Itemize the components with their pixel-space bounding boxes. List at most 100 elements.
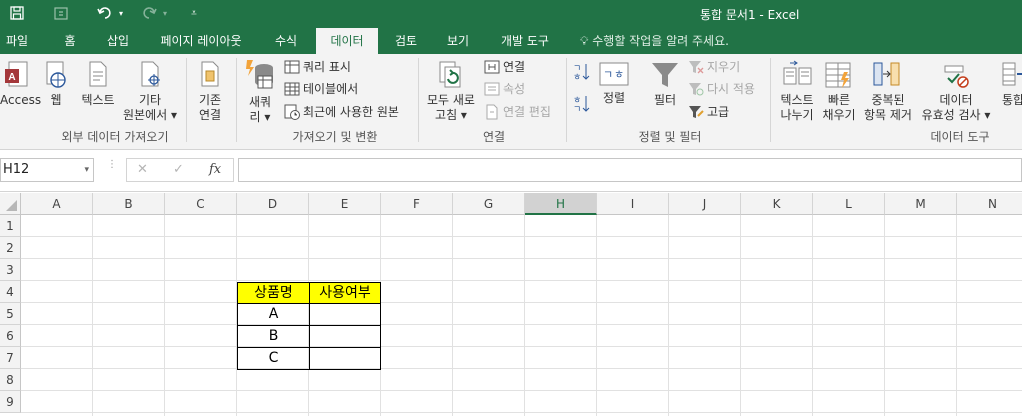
remove-dup-line1: 중복된 — [871, 93, 905, 107]
sort-button[interactable]: ㄱㅎ 정렬 — [596, 60, 632, 106]
text-source-button[interactable]: 텍스트 — [78, 60, 118, 108]
connections-button[interactable]: 연결 — [484, 57, 525, 77]
existing-line1: 기존 — [198, 93, 222, 107]
text-to-columns-button[interactable]: 텍스트 나누기 — [774, 60, 820, 123]
select-all-corner[interactable] — [0, 193, 21, 215]
redo-icon[interactable] — [138, 2, 160, 24]
column-header-f[interactable]: F — [381, 193, 453, 215]
new-query-button[interactable]: 새쿼 리 ▾ — [240, 58, 280, 125]
row-header-9[interactable]: 9 — [0, 391, 21, 413]
tab-page-layout[interactable]: 페이지 레이아웃 — [152, 28, 250, 54]
column-header-i[interactable]: I — [597, 193, 669, 215]
cancel-icon[interactable]: ✕ — [137, 162, 148, 177]
row-header-7[interactable]: 7 — [0, 347, 21, 369]
column-header-m[interactable]: M — [885, 193, 957, 215]
column-header-c[interactable]: C — [165, 193, 237, 215]
title-bar: ▾ ▾ ⩡ 통합 문서1 - Excel — [0, 0, 1022, 28]
enter-icon[interactable]: ✓ — [173, 162, 184, 177]
sort-az-button[interactable]: ㄱㅎ — [572, 62, 590, 82]
row-header-3[interactable]: 3 — [0, 259, 21, 281]
clear-filter-icon — [689, 61, 704, 74]
from-table-button[interactable]: 테이블에서 — [284, 79, 358, 99]
group-label-data-tools: 데이터 도구 — [930, 130, 990, 144]
column-header-a[interactable]: A — [21, 193, 93, 215]
flash-fill-button[interactable]: 빠른 채우기 — [820, 60, 858, 123]
table-cell-a-usage[interactable] — [309, 303, 381, 326]
redo-dropdown-icon[interactable]: ▾ — [160, 2, 170, 24]
edit-links-button[interactable]: 연결 편집 — [484, 102, 551, 122]
show-queries-button[interactable]: 쿼리 표시 — [284, 57, 351, 77]
insert-function-icon[interactable]: fx — [209, 162, 221, 177]
name-box-dropdown-icon[interactable]: ▾ — [84, 159, 89, 181]
formula-input[interactable] — [238, 158, 1022, 182]
column-header-l[interactable]: L — [813, 193, 885, 215]
clear-filter-button[interactable]: 지우기 — [688, 57, 740, 77]
worksheet-grid[interactable]: ABCDEFGHIJKLMN 123456789 상품명 사용여부 A B C — [0, 193, 1022, 416]
new-query-line1: 새쿼 — [248, 95, 272, 109]
tab-view[interactable]: 보기 — [438, 28, 478, 54]
gridline-vertical — [524, 215, 525, 416]
access-label: Access — [0, 93, 42, 107]
name-box[interactable]: H12 ▾ — [0, 158, 94, 182]
tab-formulas[interactable]: 수식 — [268, 28, 304, 54]
table-cell-c[interactable]: C — [237, 347, 309, 370]
column-header-e[interactable]: E — [309, 193, 381, 215]
table-header-product[interactable]: 상품명 — [237, 282, 309, 304]
table-cell-b-usage[interactable] — [309, 325, 381, 348]
other-sources-button[interactable]: 기타 원본에서 ▾ — [120, 60, 180, 123]
column-header-j[interactable]: J — [669, 193, 741, 215]
tab-data[interactable]: 데이터 — [316, 28, 378, 55]
properties-button[interactable]: 속성 — [484, 79, 525, 99]
web-button[interactable]: 웹 — [42, 60, 70, 108]
lightbulb-icon: 💡︎ — [580, 34, 589, 48]
reapply-button[interactable]: 다시 적용 — [688, 79, 755, 99]
tab-home[interactable]: 홈 — [56, 28, 84, 54]
tab-review[interactable]: 검토 — [386, 28, 426, 54]
access-button[interactable]: A Access — [0, 60, 41, 108]
consolidate-button[interactable]: 통합 — [996, 60, 1022, 108]
svg-text:A: A — [8, 72, 15, 83]
table-header-usage[interactable]: 사용여부 — [309, 282, 381, 304]
sort-icon: ㄱㅎ — [599, 62, 629, 86]
tell-me-box[interactable]: 💡︎ 수행할 작업을 알려 주세요. — [580, 28, 729, 54]
sort-label: 정렬 — [602, 91, 626, 105]
row-header-4[interactable]: 4 — [0, 281, 21, 303]
table-cell-a[interactable]: A — [237, 303, 309, 326]
column-header-d[interactable]: D — [237, 193, 309, 215]
row-header-8[interactable]: 8 — [0, 369, 21, 391]
row-header-5[interactable]: 5 — [0, 303, 21, 325]
undo-dropdown-icon[interactable]: ▾ — [116, 2, 126, 24]
row-header-2[interactable]: 2 — [0, 237, 21, 259]
table-cell-c-usage[interactable] — [309, 347, 381, 370]
tab-file[interactable]: 파일 — [0, 28, 34, 54]
column-header-n[interactable]: N — [957, 193, 1022, 215]
gridline-vertical — [596, 215, 597, 416]
column-header-b[interactable]: B — [93, 193, 165, 215]
other-sources-icon — [141, 61, 160, 87]
recent-sources-button[interactable]: 최근에 사용한 원본 — [284, 102, 399, 122]
save-icon[interactable] — [6, 2, 28, 24]
customize-icon[interactable]: ⩡ — [186, 2, 202, 24]
gridline-vertical — [956, 215, 957, 416]
recent-sources-label: 최근에 사용한 원본 — [303, 105, 399, 119]
row-header-6[interactable]: 6 — [0, 325, 21, 347]
column-header-g[interactable]: G — [453, 193, 525, 215]
table-cell-b[interactable]: B — [237, 325, 309, 348]
remove-duplicates-button[interactable]: 중복된 항목 제거 — [860, 60, 916, 123]
refresh-all-button[interactable]: 모두 새로 고침 ▾ — [422, 60, 480, 123]
advanced-filter-button[interactable]: 고급 — [688, 102, 729, 122]
existing-connections-button[interactable]: 기존 연결 — [190, 60, 230, 123]
touch-icon[interactable] — [50, 2, 72, 24]
data-validation-button[interactable]: 데이터 유효성 검사 ▾ — [918, 60, 994, 123]
sort-za-button[interactable]: ㅎㄱ — [572, 94, 590, 114]
formula-bar-grip-icon[interactable]: ⋮ — [107, 160, 117, 177]
row-header-1[interactable]: 1 — [0, 215, 21, 237]
tab-developer[interactable]: 개발 도구 — [494, 28, 556, 54]
column-header-k[interactable]: K — [741, 193, 813, 215]
column-header-h[interactable]: H — [525, 193, 597, 215]
gridline-vertical — [452, 215, 453, 416]
tab-insert[interactable]: 삽입 — [100, 28, 136, 54]
gridline-vertical — [668, 215, 669, 416]
filter-button[interactable]: 필터 — [646, 60, 684, 108]
undo-icon[interactable] — [94, 2, 116, 24]
